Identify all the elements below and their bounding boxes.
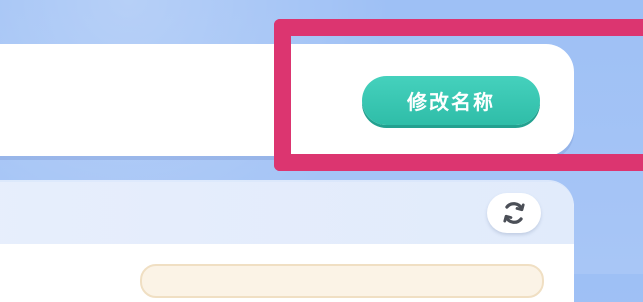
list-item[interactable] (140, 264, 544, 298)
rename-button[interactable]: 修改名称 (362, 76, 540, 125)
refresh-icon (503, 202, 525, 224)
refresh-button[interactable] (487, 193, 541, 233)
